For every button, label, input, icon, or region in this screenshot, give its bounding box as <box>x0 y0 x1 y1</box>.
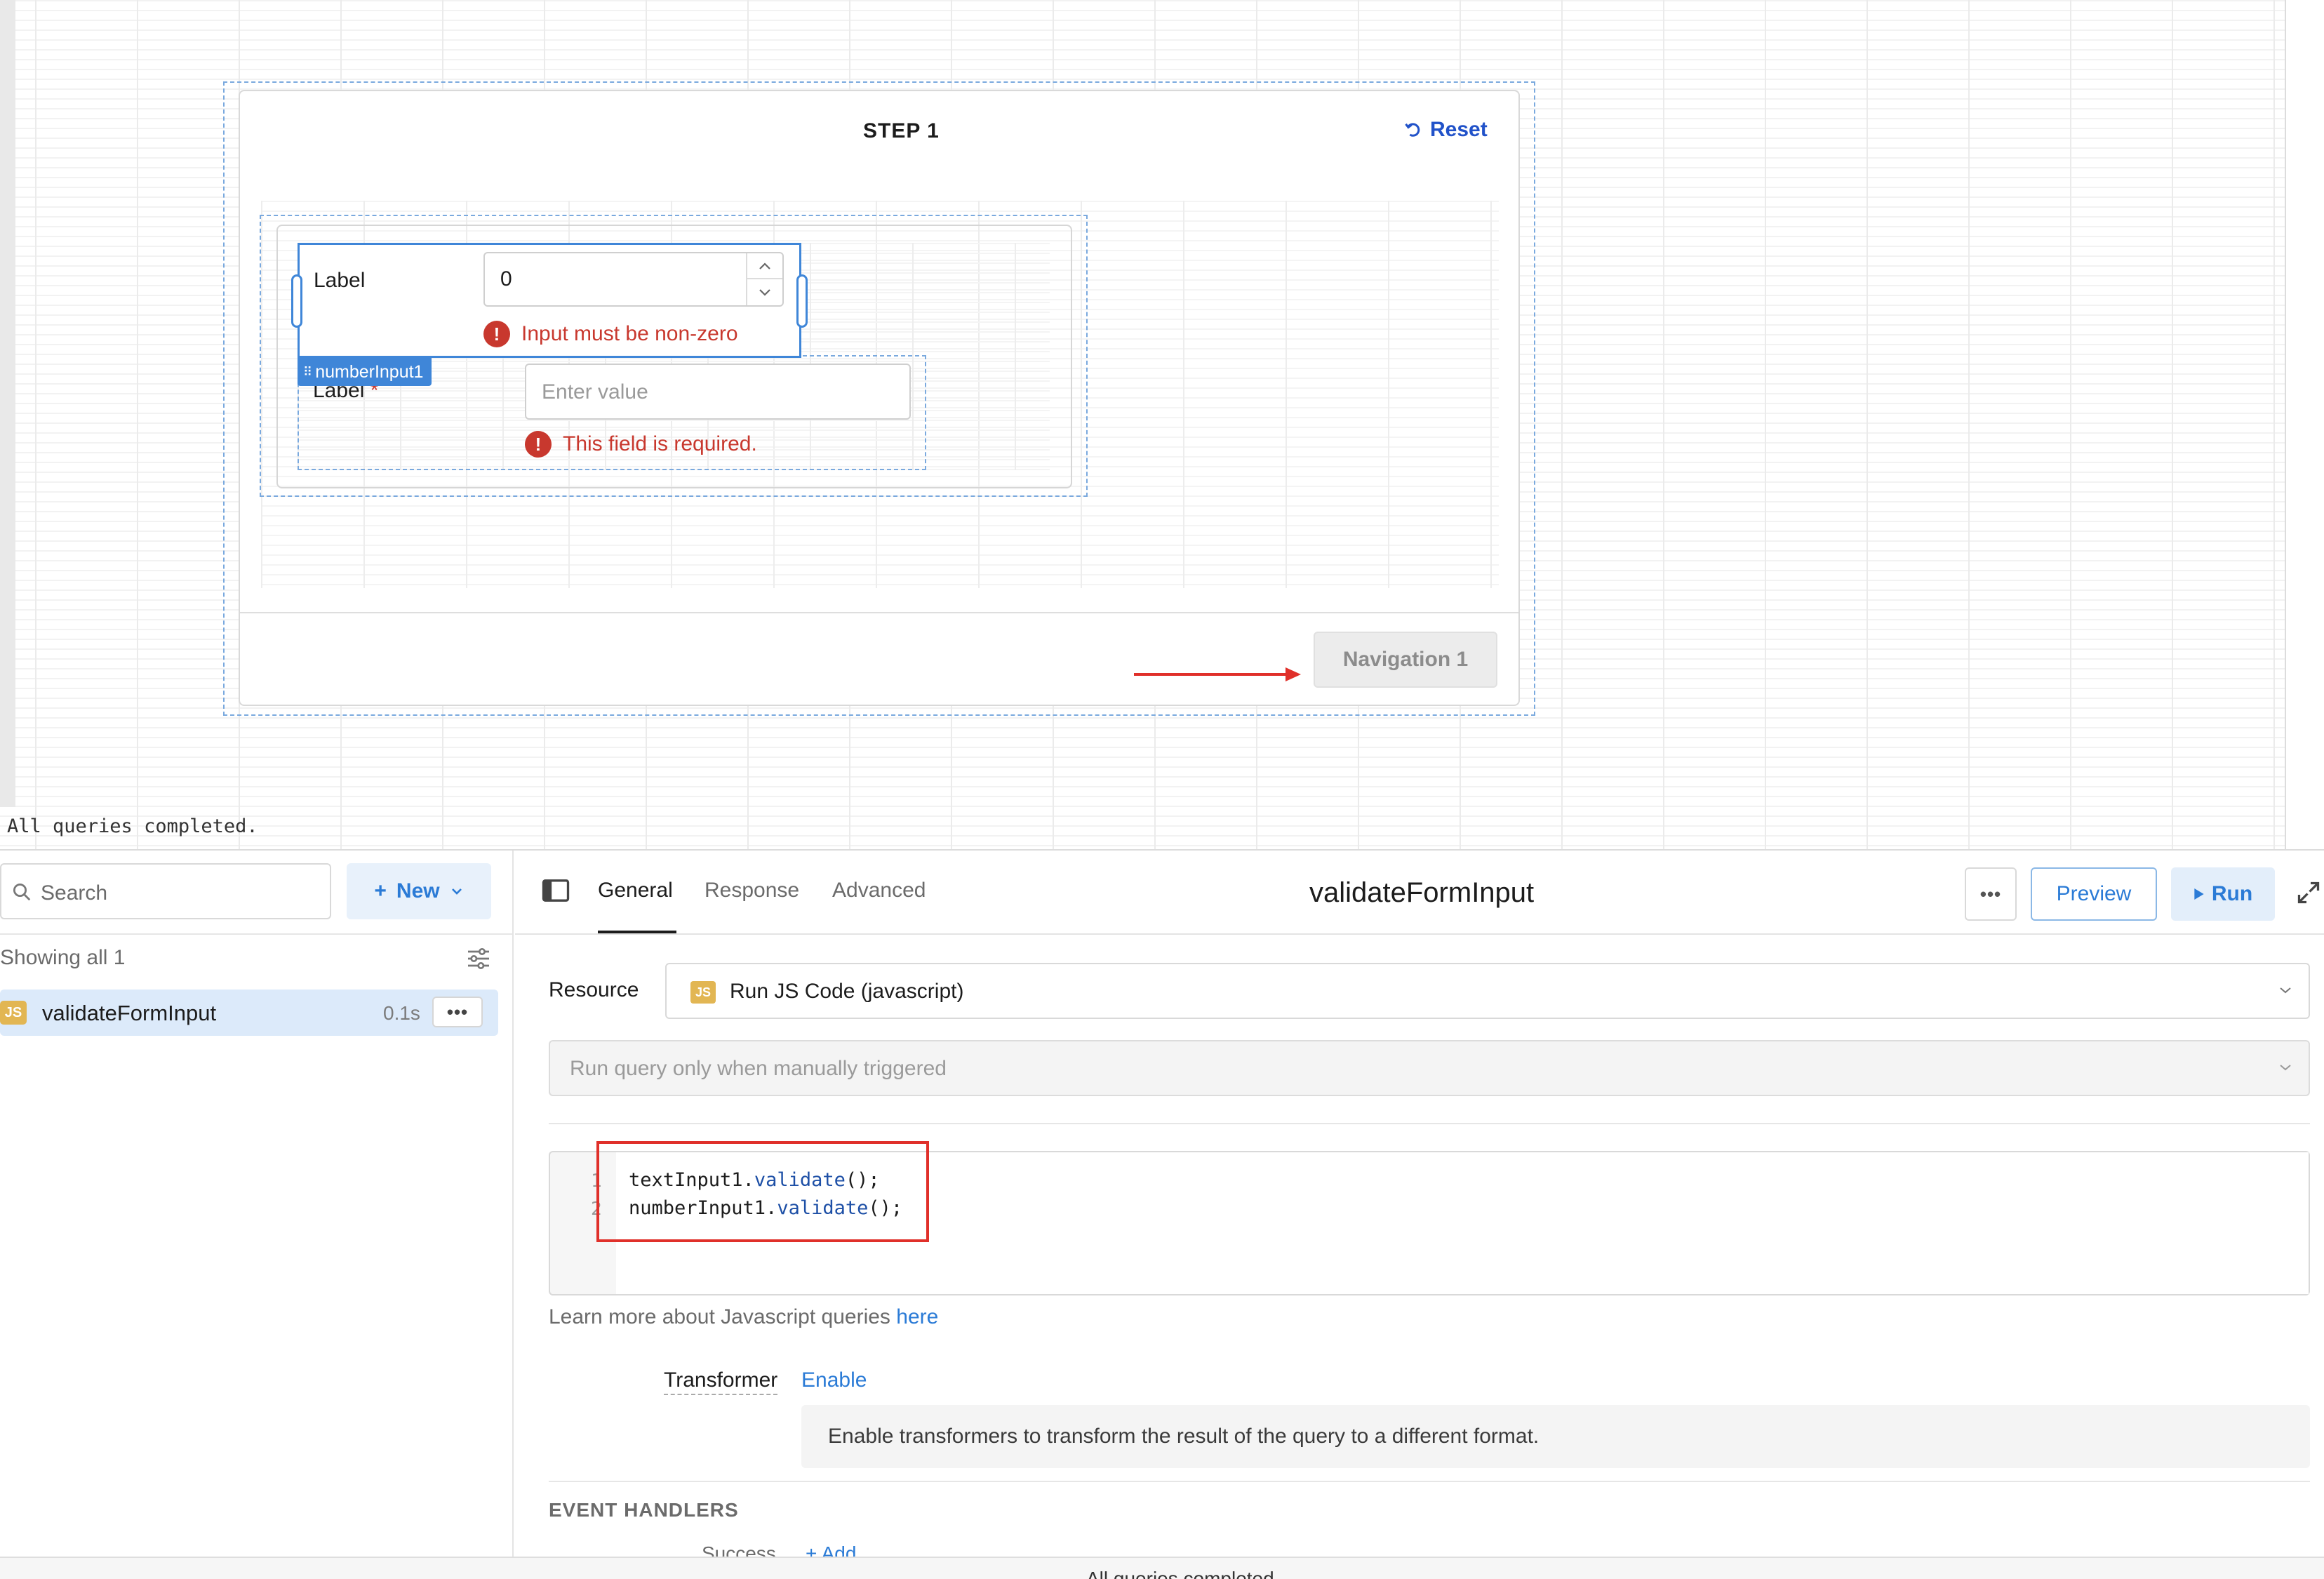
query-panel: Search + New Showing all 1 JS validateFo… <box>0 849 2324 1579</box>
chevron-up-icon <box>759 262 770 269</box>
number-input-error-text: Input must be non-zero <box>521 322 738 345</box>
more-options-button[interactable]: ••• <box>1965 867 2017 921</box>
increment-button[interactable] <box>747 253 782 279</box>
js-resource-icon: JS <box>690 981 716 1004</box>
learn-more-text: Learn more about Javascript queries here <box>549 1305 938 1329</box>
component-name: numberInput1 <box>315 361 424 382</box>
error-icon: ! <box>483 321 510 347</box>
run-button[interactable]: Run <box>2171 867 2275 921</box>
resource-label: Resource <box>549 978 639 1001</box>
chevron-down-icon <box>759 288 770 296</box>
chevron-down-icon <box>451 888 462 895</box>
play-icon <box>2194 888 2204 900</box>
tab-advanced[interactable]: Advanced <box>832 879 926 902</box>
sidebar-toggle-icon[interactable] <box>542 879 570 902</box>
step-title: STEP 1 <box>863 119 940 142</box>
resource-select[interactable]: JS Run JS Code (javascript) <box>665 963 2310 1019</box>
status-bar: All queries completed. <box>0 1557 2324 1579</box>
component-name-tag[interactable]: ⠿ numberInput1 <box>298 358 432 386</box>
query-title[interactable]: validateFormInput <box>1309 877 1534 909</box>
transformer-info-box: Enable transformers to transform the res… <box>801 1405 2310 1468</box>
drag-handle-icon[interactable]: ⠿ <box>303 365 312 380</box>
search-icon <box>13 884 31 901</box>
status-bar-text: All queries completed. <box>1086 1568 1280 1579</box>
query-count: Showing all 1 <box>0 946 126 969</box>
list-divider <box>0 933 512 935</box>
tab-general[interactable]: General <box>598 879 673 902</box>
event-handlers-heading: EVENT HANDLERS <box>549 1499 739 1521</box>
new-query-label: New <box>396 879 440 902</box>
text-input-field[interactable]: Enter value <box>525 364 911 420</box>
number-input-field[interactable]: 0 <box>483 252 784 307</box>
section-divider <box>549 1123 2310 1124</box>
learn-more-link[interactable]: here <box>896 1305 938 1328</box>
number-input-value: 0 <box>500 267 512 291</box>
transformer-label: Transformer <box>664 1368 778 1395</box>
resize-handle-left[interactable] <box>291 274 302 328</box>
trigger-select[interactable]: Run query only when manually triggered <box>549 1040 2310 1096</box>
js-badge-icon: JS <box>0 1001 27 1025</box>
plus-icon: + <box>374 879 387 902</box>
decrement-button[interactable] <box>747 279 782 305</box>
container-footer-divider <box>240 612 1518 613</box>
number-input-error: ! Input must be non-zero <box>483 321 738 347</box>
editor-header-divider <box>515 933 2324 935</box>
canvas-status: All queries completed. <box>7 815 258 837</box>
trigger-value: Run query only when manually triggered <box>570 1057 947 1080</box>
reset-icon <box>1405 123 1420 137</box>
filter-settings-icon[interactable] <box>465 945 493 973</box>
number-input-widget[interactable]: Label 0 ! Input must be non-zero <box>291 243 808 358</box>
reset-label: Reset <box>1430 118 1488 141</box>
reset-button[interactable]: Reset <box>1403 118 1488 142</box>
transformer-info-text: Enable transformers to transform the res… <box>828 1425 1540 1448</box>
chevron-down-icon <box>2280 987 2291 994</box>
chevron-down-icon <box>2280 1065 2291 1071</box>
tab-response[interactable]: Response <box>704 879 799 902</box>
search-placeholder: Search <box>41 881 108 905</box>
learn-more-label: Learn more about Javascript queries <box>549 1305 897 1328</box>
canvas-right-scrollbar[interactable] <box>2285 0 2324 849</box>
text-input-error-text: This field is required. <box>563 432 757 455</box>
transformer-enable-link[interactable]: Enable <box>801 1368 867 1392</box>
query-item-time: 0.1s <box>383 1002 420 1024</box>
text-input-placeholder: Enter value <box>542 380 648 404</box>
code-highlight-annotation <box>596 1141 929 1242</box>
resize-handle-right[interactable] <box>796 274 808 328</box>
query-list-item[interactable]: JS validateFormInput 0.1s ••• <box>0 990 498 1036</box>
query-list: Search + New Showing all 1 JS validateFo… <box>0 851 514 1558</box>
number-input-label: Label <box>314 269 366 292</box>
text-input-error: ! This field is required. <box>525 431 757 458</box>
query-item-more-button[interactable]: ••• <box>432 997 483 1027</box>
preview-button[interactable]: Preview <box>2031 867 2157 921</box>
error-icon: ! <box>525 431 552 458</box>
resource-value: Run JS Code (javascript) <box>730 980 964 1003</box>
expand-icon[interactable] <box>2296 880 2321 905</box>
annotation-arrow <box>1134 667 1301 681</box>
search-input[interactable]: Search <box>0 863 331 919</box>
run-label: Run <box>2211 882 2253 905</box>
canvas-left-strip <box>0 0 15 807</box>
navigation-button[interactable]: Navigation 1 <box>1314 632 1497 688</box>
app-canvas: STEP 1 Reset Label * Enter value ! This … <box>0 0 2324 849</box>
section-divider <box>549 1481 2310 1482</box>
query-item-name: validateFormInput <box>42 1001 217 1025</box>
new-query-button[interactable]: + New <box>347 863 491 919</box>
number-stepper[interactable] <box>746 253 782 305</box>
